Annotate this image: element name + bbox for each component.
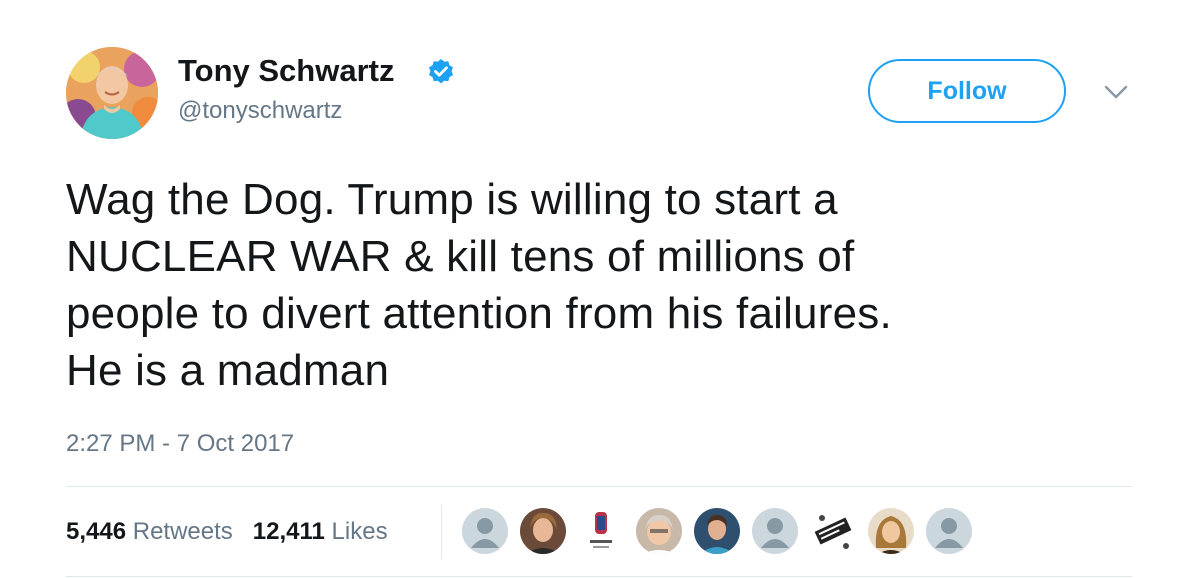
likes-count: 12,411 — [252, 518, 325, 545]
display-name[interactable]: Tony Schwartz — [178, 53, 394, 89]
tweet-text-line: He is a madman — [66, 346, 390, 395]
user-photo-avatar[interactable] — [636, 508, 682, 554]
tweet-text-line: NUCLEAR WAR & kill tens of millions of — [66, 232, 855, 281]
default-avatar-icon[interactable] — [462, 508, 508, 554]
user-photo-avatar[interactable] — [694, 508, 740, 554]
follow-button[interactable]: Follow — [868, 59, 1066, 123]
tweet-text-line: Wag the Dog. Trump is willing to start a — [66, 175, 838, 224]
divider — [66, 486, 1132, 487]
tweet-timestamp[interactable]: 2:27 PM - 7 Oct 2017 — [66, 430, 294, 458]
likes-label: Likes — [331, 518, 388, 545]
tweet-text-line: people to divert attention from his fail… — [66, 289, 892, 338]
user-handle[interactable]: @tonyschwartz — [178, 97, 342, 125]
profile-avatar[interactable] — [66, 47, 158, 139]
user-photo-avatar[interactable] — [520, 508, 566, 554]
fist-logo-avatar[interactable] — [578, 508, 624, 554]
tweet-text: Wag the Dog. Trump is willing to start a… — [66, 171, 1146, 399]
chevron-down-icon[interactable] — [1103, 84, 1129, 100]
default-avatar-icon[interactable] — [752, 508, 798, 554]
retweets-stat[interactable]: 5,446 Retweets — [66, 518, 233, 546]
retweets-count: 5,446 — [66, 518, 127, 545]
stamp-logo-avatar[interactable] — [810, 508, 856, 554]
retweets-label: Retweets — [132, 518, 233, 545]
default-avatar-icon[interactable] — [926, 508, 972, 554]
tweet-stats: 5,446 Retweets 12,411 Likes — [66, 518, 388, 546]
stats-separator — [441, 505, 442, 559]
divider — [66, 576, 1132, 577]
user-photo-avatar[interactable] — [868, 508, 914, 554]
verified-badge-icon — [429, 59, 453, 84]
profile-photo-icon — [66, 47, 158, 139]
liker-avatars — [462, 508, 982, 554]
likes-stat[interactable]: 12,411 Likes — [253, 518, 388, 546]
